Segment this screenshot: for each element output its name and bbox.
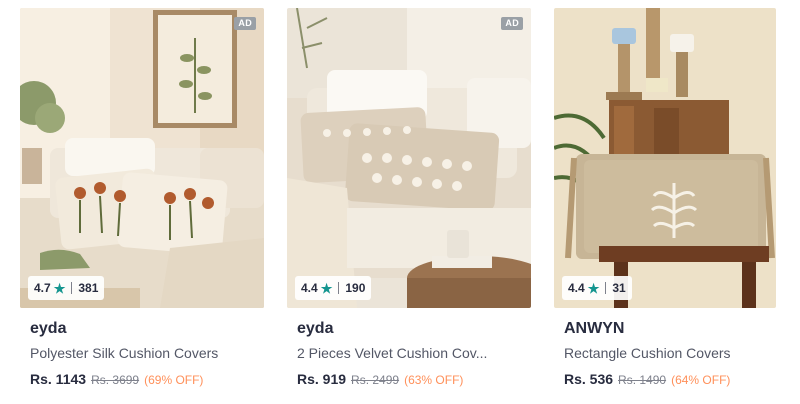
ad-badge: AD xyxy=(234,17,256,30)
rating-value: 4.7 xyxy=(34,281,51,295)
product-price: Rs. 536 xyxy=(564,371,614,387)
product-name[interactable]: Rectangle Cushion Covers xyxy=(564,345,784,361)
ad-badge: AD xyxy=(501,17,523,30)
star-icon: ★ xyxy=(320,280,333,296)
rating-badge: 4.7 ★ 381 xyxy=(28,276,105,300)
rating-count: 381 xyxy=(78,281,99,295)
rating-value: 4.4 xyxy=(568,281,585,295)
product-image[interactable]: AD 4.7 ★ 381 xyxy=(20,8,264,308)
product-price: Rs. 919 xyxy=(297,371,347,387)
rating-badge: 4.4 ★ 31 xyxy=(562,276,632,300)
product-discount: (64% OFF) xyxy=(671,373,731,387)
product-brand[interactable]: ANWYN xyxy=(564,320,624,338)
product-brand[interactable]: eyda xyxy=(30,320,66,338)
product-image[interactable]: AD 4.4 ★ 190 xyxy=(287,8,531,308)
price-row: Rs. 536 Rs. 1490 (64% OFF) xyxy=(564,371,730,387)
product-discount: (69% OFF) xyxy=(144,373,204,387)
product-image[interactable]: 4.4 ★ 31 xyxy=(554,8,776,308)
price-row: Rs. 1143 Rs. 3699 (69% OFF) xyxy=(30,371,203,387)
star-icon: ★ xyxy=(53,280,66,296)
rating-divider xyxy=(338,282,340,294)
star-icon: ★ xyxy=(587,280,600,296)
rating-count: 190 xyxy=(345,281,366,295)
product-price: Rs. 1143 xyxy=(30,371,87,387)
price-row: Rs. 919 Rs. 2499 (63% OFF) xyxy=(297,371,463,387)
product-name[interactable]: Polyester Silk Cushion Covers xyxy=(30,345,250,361)
product-grid: AD 4.7 ★ 381 eyda Polyester Silk Cushion… xyxy=(0,0,800,404)
rating-count: 31 xyxy=(612,281,626,295)
rating-badge: 4.4 ★ 190 xyxy=(295,276,372,300)
product-mrp: Rs. 1490 xyxy=(618,373,667,387)
product-card[interactable]: AD 4.7 ★ 381 eyda Polyester Silk Cushion… xyxy=(20,0,264,404)
product-name[interactable]: 2 Pieces Velvet Cushion Cov... xyxy=(297,345,517,361)
product-brand[interactable]: eyda xyxy=(297,320,333,338)
product-discount: (63% OFF) xyxy=(404,373,464,387)
rating-divider xyxy=(605,282,607,294)
product-card[interactable]: 4.4 ★ 31 ANWYN Rectangle Cushion Covers … xyxy=(554,0,776,404)
product-mrp: Rs. 3699 xyxy=(91,373,140,387)
product-mrp: Rs. 2499 xyxy=(351,373,400,387)
rating-divider xyxy=(71,282,73,294)
product-card[interactable]: AD 4.4 ★ 190 eyda 2 Pieces Velvet Cushio… xyxy=(287,0,531,404)
rating-value: 4.4 xyxy=(301,281,318,295)
